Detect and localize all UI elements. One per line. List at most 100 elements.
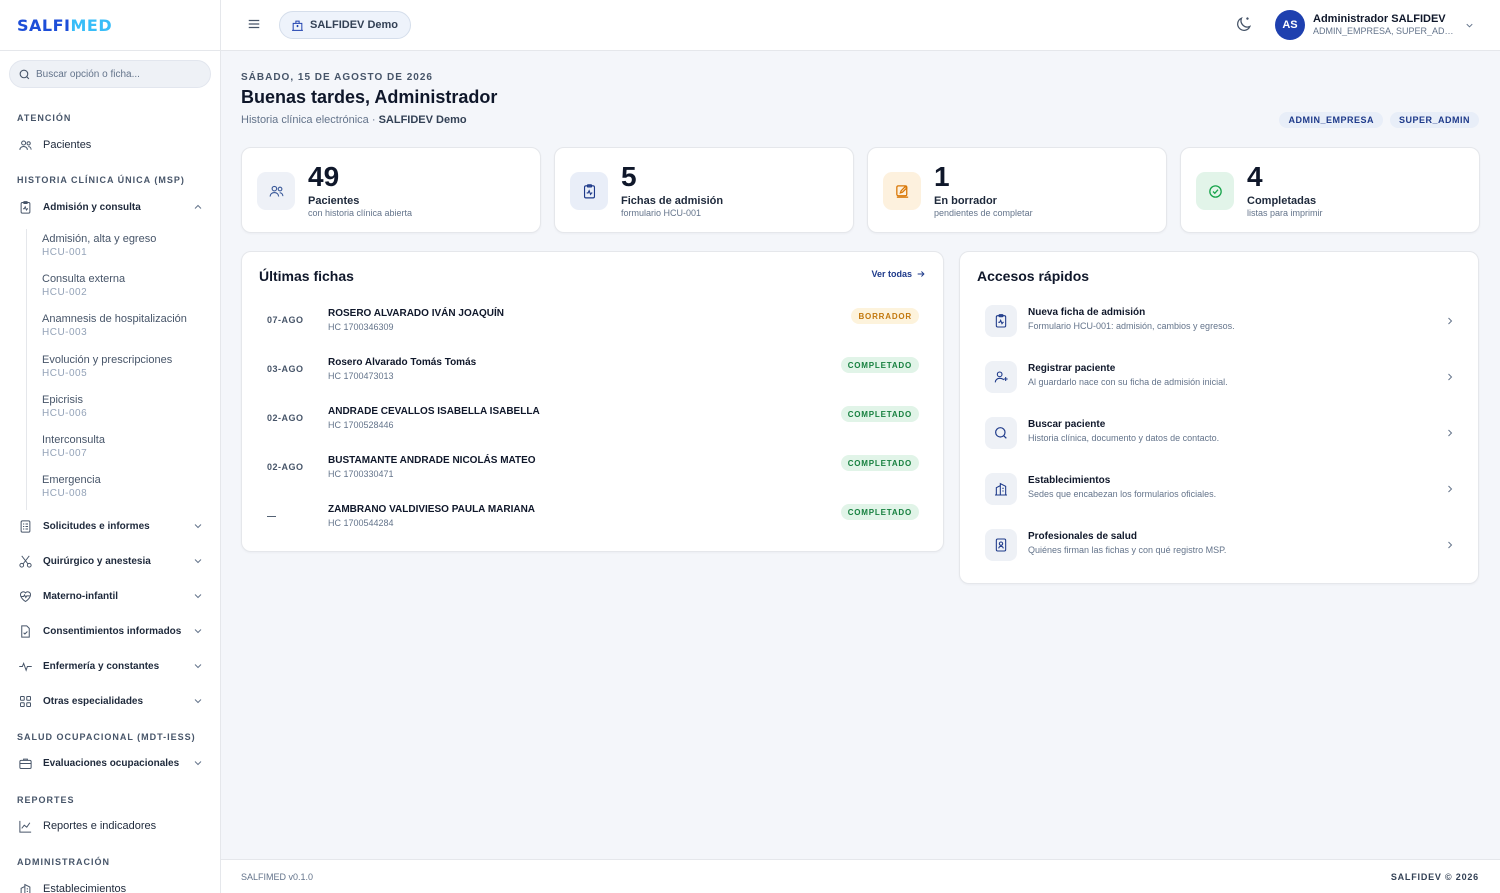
user-plus-icon xyxy=(985,361,1017,393)
logo[interactable]: SALFIMED xyxy=(17,16,112,35)
sidebar-item-label: Otras especialidades xyxy=(43,695,144,707)
grid-icon xyxy=(18,694,33,709)
sidebar-item-pacientes[interactable]: Pacientes xyxy=(9,130,212,160)
stat-card-fichas[interactable]: 5 Fichas de admisión formulario HCU-001 xyxy=(554,147,854,233)
status-badge: COMPLETADO xyxy=(840,455,919,471)
chevron-right-icon xyxy=(1444,483,1456,495)
submenu-item-hcu-005[interactable]: Evolución y prescripciones HCU-005 xyxy=(27,350,206,390)
quick-access-establecimientos[interactable]: Establecimientos Sedes que encabezan los… xyxy=(960,471,1479,527)
table-row[interactable]: — ZAMBRANO VALDIVIESO PAULA MARIANA HC 1… xyxy=(242,498,944,547)
sidebar-group-consentimientos[interactable]: Consentimientos informados xyxy=(9,616,212,646)
stat-desc: con historia clínica abierta xyxy=(308,208,413,218)
sidebar-group-enfermeria[interactable]: Enfermería y constantes xyxy=(9,651,212,681)
quick-access-desc: Al guardarlo nace con su ficha de admisi… xyxy=(1028,377,1228,387)
submenu-item-hcu-007[interactable]: Interconsulta HCU-007 xyxy=(27,430,206,470)
section-label-administracion: ADMINISTRACIÓN xyxy=(17,857,110,867)
submenu-item-hcu-002[interactable]: Consulta externa HCU-002 xyxy=(27,269,206,309)
stat-label: Pacientes xyxy=(308,195,360,207)
chevron-down-icon[interactable] xyxy=(1464,20,1475,31)
edit-icon xyxy=(883,172,921,210)
role-badge: ADMIN_EMPRESA xyxy=(1279,112,1383,128)
hospital-icon xyxy=(291,19,304,32)
sidebar-item-reportes[interactable]: Reportes e indicadores xyxy=(9,811,212,841)
page-subtitle: Historia clínica electrónica · SALFIDEV … xyxy=(241,114,467,126)
users-icon xyxy=(18,138,33,153)
status-badge: BORRADOR xyxy=(851,308,919,324)
quick-access-title: Profesionales de salud xyxy=(1028,531,1137,542)
quick-access-desc: Sedes que encabezan los formularios ofic… xyxy=(1028,489,1217,499)
badge-icon xyxy=(985,529,1017,561)
submenu-item-code: HCU-006 xyxy=(42,407,88,419)
tenant-selector[interactable]: SALFIDEV Demo xyxy=(279,11,412,39)
quick-access-nueva-ficha[interactable]: Nueva ficha de admisión Formulario HCU-0… xyxy=(960,303,1479,359)
see-all-link[interactable]: Ver todas xyxy=(871,269,926,279)
logo-bar: SALFIMED xyxy=(0,0,220,51)
users-icon xyxy=(257,172,295,210)
status-badge: COMPLETADO xyxy=(840,504,919,520)
chevron-down-icon xyxy=(192,590,204,602)
quick-access-profesionales[interactable]: Profesionales de salud Quiénes firman la… xyxy=(960,527,1479,583)
sidebar-group-solicitudes[interactable]: Solicitudes e informes xyxy=(9,511,212,541)
stat-card-pacientes[interactable]: 49 Pacientes con historia clínica abiert… xyxy=(241,147,541,233)
sidebar-item-label: Reportes e indicadores xyxy=(43,820,157,832)
quick-access-title: Buscar paciente xyxy=(1028,419,1106,430)
table-row[interactable]: 03-AGO Rosero Alvarado Tomás Tomás HC 17… xyxy=(242,351,944,400)
moon-icon[interactable] xyxy=(1234,15,1253,34)
sidebar-group-evaluaciones[interactable]: Evaluaciones ocupacionales xyxy=(9,748,212,778)
sidebar-group-quirurgico[interactable]: Quirúrgico y anestesia xyxy=(9,546,212,576)
sidebar-item-establecimientos[interactable]: Establecimientos xyxy=(9,874,212,893)
clipboard-icon xyxy=(570,172,608,210)
row-date: 02-AGO xyxy=(267,462,304,472)
sidebar: SALFIMED Buscar opción o ficha... ATENCI… xyxy=(0,0,221,893)
stat-desc: listas para imprimir xyxy=(1247,208,1323,218)
sidebar-group-otras[interactable]: Otras especialidades xyxy=(9,686,212,716)
chevron-up-icon xyxy=(192,201,204,213)
page-title: Buenas tardes, Administrador xyxy=(241,87,498,107)
quick-access-buscar-paciente[interactable]: Buscar paciente Historia clínica, docume… xyxy=(960,415,1479,471)
submenu-item-hcu-003[interactable]: Anamnesis de hospitalización HCU-003 xyxy=(27,309,206,349)
stat-card-borrador[interactable]: 1 En borrador pendientes de completar xyxy=(867,147,1167,233)
row-date: — xyxy=(267,511,277,521)
search-box[interactable]: Buscar opción o ficha... xyxy=(9,60,211,88)
copyright: SALFIDEV © 2026 xyxy=(1390,872,1479,882)
stat-card-completadas[interactable]: 4 Completadas listas para imprimir xyxy=(1180,147,1480,233)
status-badge: COMPLETADO xyxy=(840,357,919,373)
avatar[interactable]: AS xyxy=(1275,10,1305,40)
row-patient-name: BUSTAMANTE ANDRADE NICOLÁS MATEO xyxy=(328,455,536,466)
current-date: SÁBADO, 15 DE AGOSTO DE 2026 xyxy=(241,72,433,83)
stat-value: 4 xyxy=(1247,161,1263,192)
sidebar-item-label: Quirúrgico y anestesia xyxy=(43,555,151,567)
quick-access-panel: Accesos rápidos Nueva ficha de admisión … xyxy=(959,251,1479,584)
sidebar-item-label: Evaluaciones ocupacionales xyxy=(43,757,180,769)
table-row[interactable]: 02-AGO ANDRADE CEVALLOS ISABELLA ISABELL… xyxy=(242,400,944,449)
row-hc: HC 1700528446 xyxy=(328,420,394,430)
sidebar-group-materno[interactable]: Materno-infantil xyxy=(9,581,212,611)
file-check-icon xyxy=(18,624,33,639)
list-icon xyxy=(18,519,33,534)
panel-title: Accesos rápidos xyxy=(977,268,1090,284)
chevron-right-icon xyxy=(1444,427,1456,439)
quick-access-title: Registrar paciente xyxy=(1028,363,1116,374)
submenu-item-hcu-008[interactable]: Emergencia HCU-008 xyxy=(27,470,206,510)
user-name[interactable]: Administrador SALFIDEV xyxy=(1313,13,1446,25)
menu-icon[interactable] xyxy=(247,17,261,31)
table-row[interactable]: 07-AGO ROSERO ALVARADO IVÁN JOAQUÍN HC 1… xyxy=(242,302,944,351)
submenu-item-code: HCU-005 xyxy=(42,367,88,379)
subtitle-prefix: Historia clínica electrónica · xyxy=(241,114,376,126)
table-row[interactable]: 02-AGO BUSTAMANTE ANDRADE NICOLÁS MATEO … xyxy=(242,449,944,498)
sidebar-group-admision[interactable]: Admisión y consulta xyxy=(9,192,212,222)
chevron-down-icon xyxy=(192,520,204,532)
submenu-item-hcu-006[interactable]: Epicrisis HCU-006 xyxy=(27,390,206,430)
search-input[interactable]: Buscar opción o ficha... xyxy=(36,69,140,80)
row-date: 07-AGO xyxy=(267,315,304,325)
submenu-item-title: Anamnesis de hospitalización xyxy=(42,313,187,326)
section-label-reportes: REPORTES xyxy=(17,795,75,805)
arrow-right-icon xyxy=(916,269,926,279)
see-all-label: Ver todas xyxy=(871,269,912,279)
quick-access-desc: Quiénes firman las fichas y con qué regi… xyxy=(1028,545,1227,555)
recent-records-panel: Últimas fichas Ver todas 07-AGO ROSERO A… xyxy=(241,251,944,552)
quick-access-registrar-paciente[interactable]: Registrar paciente Al guardarlo nace con… xyxy=(960,359,1479,415)
scissors-icon xyxy=(18,554,33,569)
submenu-item-hcu-001[interactable]: Admisión, alta y egreso HCU-001 xyxy=(27,229,206,269)
submenu-item-title: Interconsulta xyxy=(42,433,105,446)
